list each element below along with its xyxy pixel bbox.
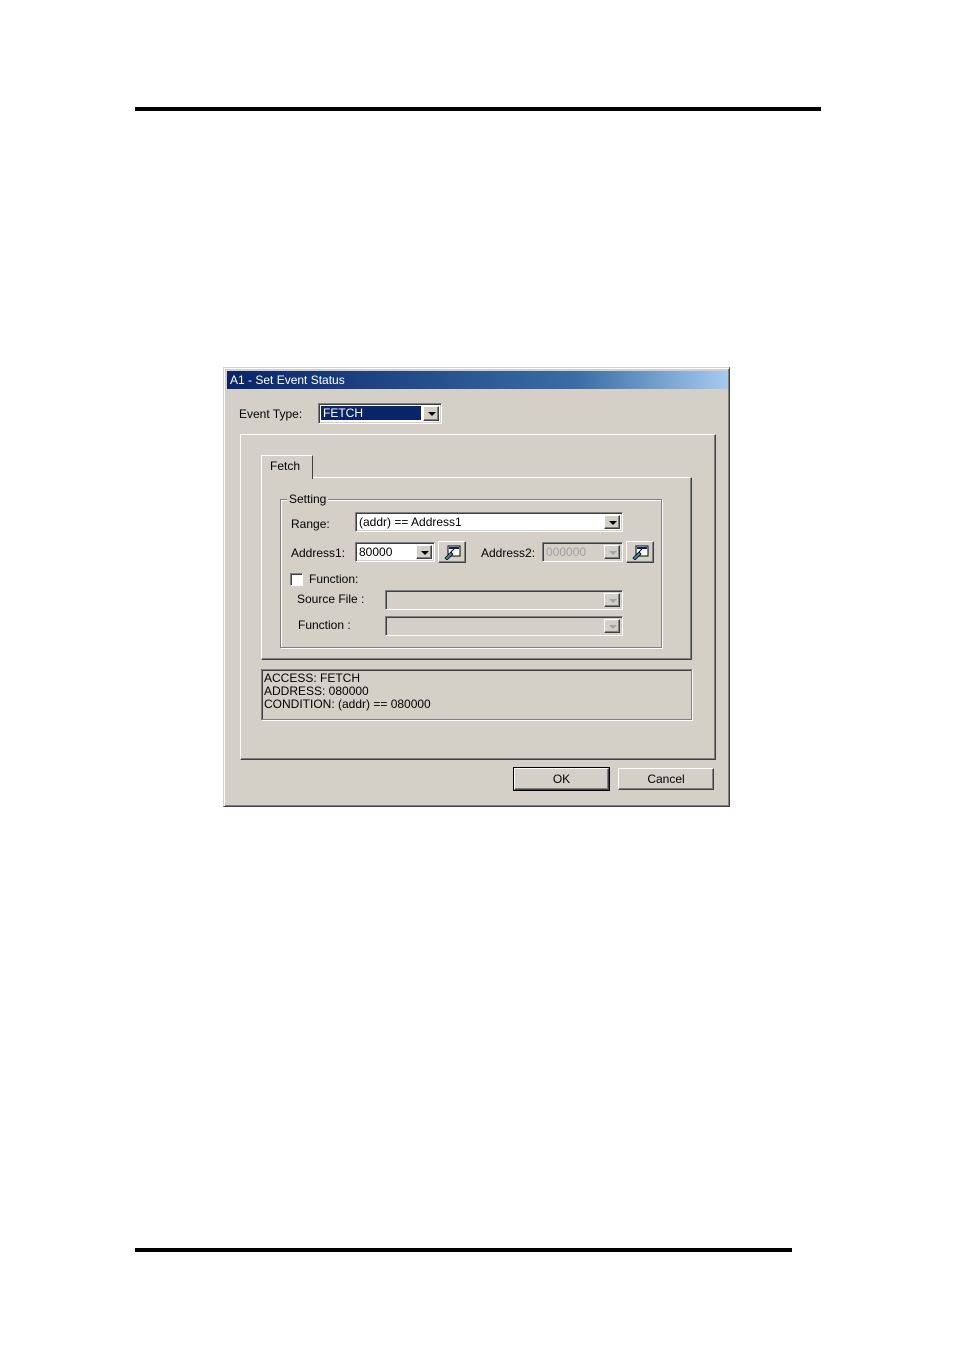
window-title: A1 - Set Event Status xyxy=(230,373,345,387)
function-checkbox[interactable] xyxy=(290,573,303,586)
chevron-down-icon[interactable] xyxy=(604,593,620,607)
address1-browse-button[interactable] xyxy=(438,541,466,563)
page-rule-bottom xyxy=(135,1248,792,1252)
tab-fetch-label: Fetch xyxy=(270,459,301,473)
function-select[interactable] xyxy=(385,616,623,636)
function-label: Function : xyxy=(298,618,351,632)
range-label: Range: xyxy=(291,517,330,531)
chevron-down-icon[interactable] xyxy=(604,619,620,633)
chevron-down-icon[interactable] xyxy=(416,545,432,559)
chevron-down-icon[interactable] xyxy=(604,545,620,559)
address2-label: Address2: xyxy=(481,546,536,560)
address1-value: 80000 xyxy=(359,545,393,559)
symbol-browse-icon xyxy=(444,545,461,560)
page-rule-top xyxy=(135,107,821,111)
address2-value: 000000 xyxy=(546,545,587,559)
event-type-select[interactable]: FETCH xyxy=(318,403,442,424)
event-summary: ACCESS: FETCH ADDRESS: 080000 CONDITION:… xyxy=(261,669,692,720)
address2-browse-button[interactable] xyxy=(626,541,654,563)
setting-group-label: Setting xyxy=(287,492,329,506)
source-file-label: Source File : xyxy=(297,592,365,606)
function-checkbox-label: Function: xyxy=(309,572,359,586)
chevron-down-icon[interactable] xyxy=(423,406,439,421)
range-value: (addr) == Address1 xyxy=(359,515,462,529)
summary-line: CONDITION: (addr) == 080000 xyxy=(264,697,431,711)
address2-combo[interactable]: 000000 xyxy=(542,542,623,562)
symbol-browse-icon xyxy=(632,545,649,560)
set-event-status-dialog: A1 - Set Event Status Event Type: FETCH … xyxy=(223,367,730,807)
address1-label: Address1: xyxy=(291,546,346,560)
tab-fetch[interactable]: Fetch xyxy=(261,455,313,479)
source-file-select[interactable] xyxy=(385,590,623,610)
range-select[interactable]: (addr) == Address1 xyxy=(355,512,623,532)
event-type-label: Event Type: xyxy=(239,407,303,421)
title-bar[interactable]: A1 - Set Event Status xyxy=(227,371,728,389)
event-type-value: FETCH xyxy=(321,406,421,420)
ok-button[interactable]: OK xyxy=(513,767,610,791)
chevron-down-icon[interactable] xyxy=(604,515,620,529)
address1-combo[interactable]: 80000 xyxy=(355,542,435,562)
cancel-button[interactable]: Cancel xyxy=(618,768,714,790)
